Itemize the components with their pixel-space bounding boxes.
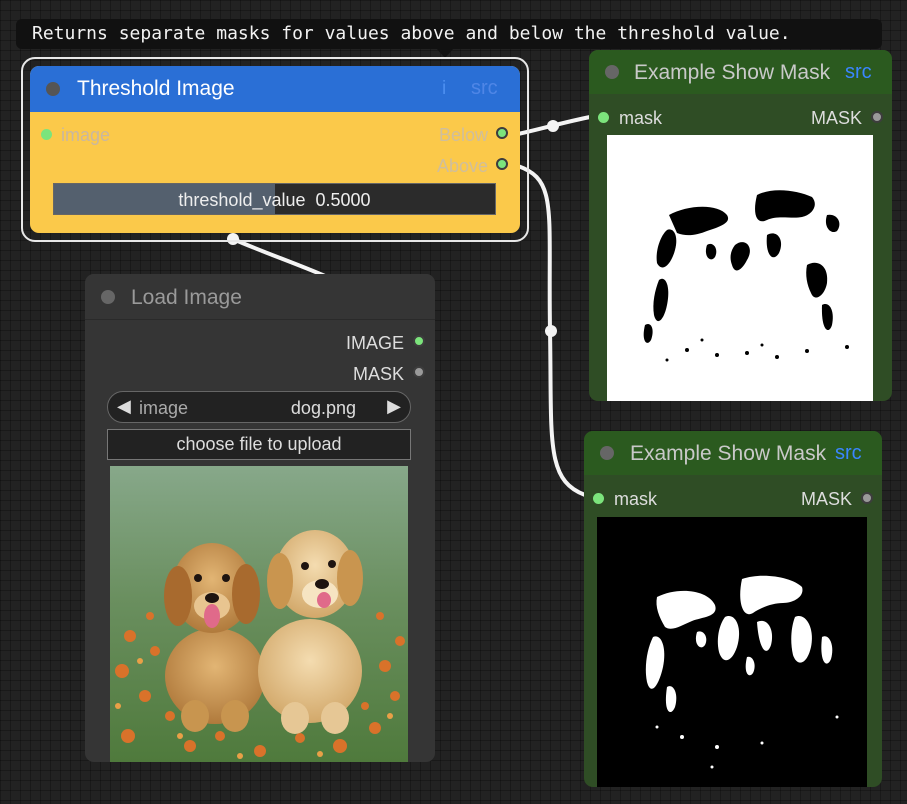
link-load-to-threshold[interactable] bbox=[232, 237, 326, 278]
mask-preview bbox=[607, 135, 873, 401]
node-title-bar[interactable]: Threshold Image i src bbox=[30, 66, 520, 112]
node-title: Load Image bbox=[131, 286, 242, 309]
output-slot-mask[interactable] bbox=[861, 492, 873, 504]
src-link[interactable]: src bbox=[835, 442, 862, 465]
combo-prev-arrow-icon[interactable]: ◀ bbox=[117, 396, 131, 417]
input-slot-mask[interactable] bbox=[593, 493, 604, 504]
show-mask-node-below[interactable]: Example Show Mask src mask MASK bbox=[589, 50, 892, 401]
input-slot-image[interactable] bbox=[41, 129, 52, 140]
slider-label: threshold_value 0.5000 bbox=[178, 190, 371, 210]
above-mask-image bbox=[645, 575, 839, 769]
combo-name: image bbox=[139, 398, 189, 418]
input-label-image: image bbox=[61, 125, 111, 145]
output-slot-below[interactable] bbox=[496, 127, 508, 139]
output-label-mask: MASK bbox=[800, 489, 852, 509]
node-title-bar[interactable]: Load Image bbox=[85, 274, 435, 320]
input-label-mask: mask bbox=[619, 108, 663, 128]
input-slot-mask[interactable] bbox=[598, 112, 609, 123]
output-slot-above[interactable] bbox=[496, 158, 508, 170]
collapse-dot-icon[interactable] bbox=[605, 65, 619, 79]
collapse-dot-icon[interactable] bbox=[600, 446, 614, 460]
collapse-dot-icon[interactable] bbox=[46, 82, 60, 96]
link-center-dot[interactable] bbox=[545, 325, 557, 337]
image-combo[interactable]: ◀ image dog.png ▶ bbox=[107, 391, 411, 423]
show-mask-node-above[interactable]: Example Show Mask src mask MASK bbox=[584, 431, 882, 787]
node-title-bar[interactable]: Example Show Mask src bbox=[584, 431, 882, 475]
upload-button[interactable]: choose file to upload bbox=[107, 429, 411, 460]
image-preview bbox=[110, 466, 408, 762]
threshold-image-node[interactable]: Threshold Image i src image Below Above … bbox=[30, 66, 520, 233]
output-label-below: Below bbox=[438, 125, 488, 145]
input-label-mask: mask bbox=[614, 489, 658, 509]
output-label-above: Above bbox=[436, 156, 488, 176]
output-label-image: IMAGE bbox=[345, 333, 404, 353]
threshold-value-slider[interactable]: threshold_value 0.5000 bbox=[53, 183, 496, 215]
node-tooltip: Returns separate masks for values above … bbox=[16, 19, 882, 49]
output-label-mask: MASK bbox=[810, 108, 862, 128]
node-title-bar[interactable]: Example Show Mask src bbox=[589, 50, 892, 94]
output-slot-mask[interactable] bbox=[413, 366, 425, 378]
combo-next-arrow-icon[interactable]: ▶ bbox=[387, 396, 401, 417]
output-slot-mask[interactable] bbox=[871, 111, 883, 123]
load-image-node[interactable]: Load Image IMAGE MASK ◀ image dog.png ▶ … bbox=[85, 274, 435, 762]
node-title: Threshold Image bbox=[77, 77, 235, 100]
info-icon[interactable]: i bbox=[442, 78, 446, 100]
output-label-mask: MASK bbox=[352, 364, 404, 384]
src-link[interactable]: src bbox=[471, 77, 498, 100]
puppies-photo bbox=[110, 466, 408, 762]
collapse-dot-icon[interactable] bbox=[101, 290, 115, 304]
node-title: Example Show Mask bbox=[634, 61, 831, 84]
node-title: Example Show Mask bbox=[630, 442, 827, 465]
mask-preview bbox=[597, 517, 867, 787]
src-link[interactable]: src bbox=[845, 61, 872, 84]
below-mask-image bbox=[643, 190, 849, 362]
link-center-dot[interactable] bbox=[547, 120, 559, 132]
combo-value: dog.png bbox=[290, 398, 356, 418]
output-slot-image[interactable] bbox=[413, 335, 425, 347]
